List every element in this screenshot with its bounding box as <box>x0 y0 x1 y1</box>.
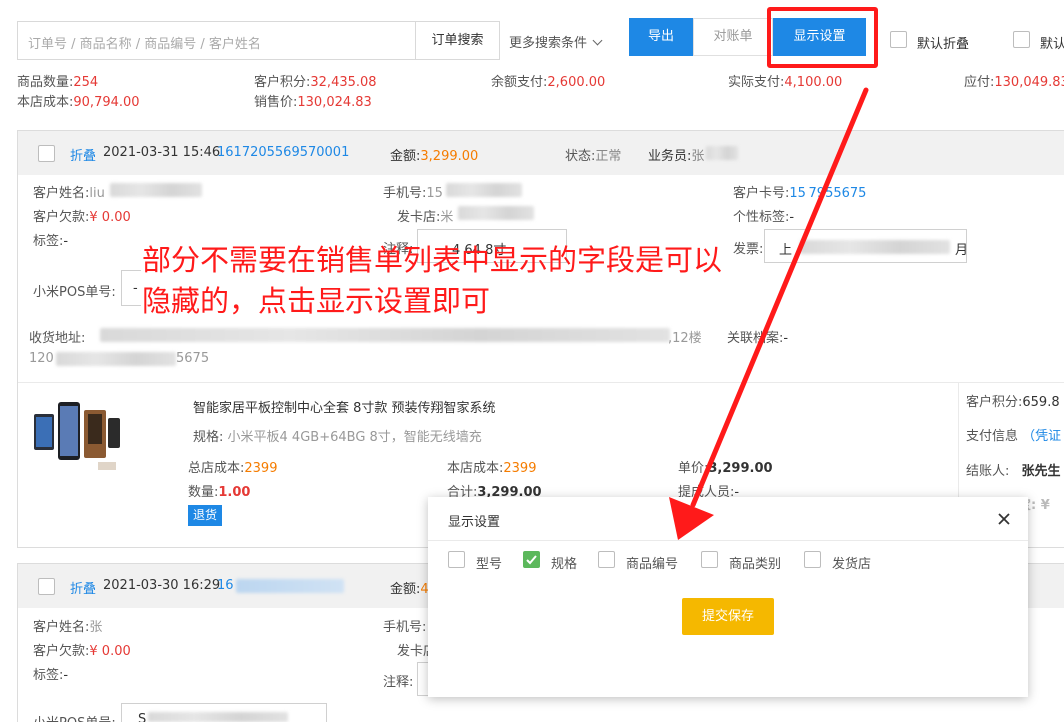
product-image <box>32 398 124 474</box>
highlight-box <box>767 7 878 68</box>
stat-cost: 本店成本:90,794.00 <box>17 95 140 110</box>
side-settler: 结账人: 张先生 <box>966 464 1061 479</box>
shipping-address: 收货地址: <box>29 331 86 346</box>
related-archive: 关联档案:- <box>727 331 789 346</box>
fold-link[interactable]: 折叠 <box>70 578 96 597</box>
order-amount: 金额:3,299.00 <box>390 149 479 164</box>
option-ship-store-checkbox[interactable] <box>804 551 821 568</box>
modal-header-divider <box>428 540 1028 541</box>
blurred-text <box>800 240 950 254</box>
issue-store: 发卡店:米 <box>397 210 454 225</box>
blurred-text <box>148 712 288 722</box>
close-x-glyph <box>998 513 1010 525</box>
order-tag: 标签:- <box>33 234 69 249</box>
order-salesman: 业务员:张 <box>648 149 705 164</box>
order-status: 状态:正常 <box>565 149 622 164</box>
pos-label: 小米POS单号: <box>33 285 116 300</box>
customer-debt: 客户欠款:¥ 0.00 <box>33 644 131 659</box>
option-spec-checkbox[interactable] <box>523 551 540 568</box>
option-model-label: 型号 <box>476 557 503 572</box>
return-button[interactable]: 退货 <box>188 505 222 526</box>
stat-payable: 应付:130,049.83 <box>964 75 1064 90</box>
side-payment-info: 支付信息 （凭证 <box>966 429 1062 444</box>
product-divider <box>18 382 1064 383</box>
order-number-link[interactable]: 1617205569570001 <box>217 145 349 160</box>
phone-number: 手机号:15 <box>383 186 443 201</box>
export-button[interactable]: 导出 <box>629 18 693 56</box>
tablet-product-icon <box>34 402 120 470</box>
default-option-checkbox[interactable] <box>1013 31 1030 48</box>
search-input[interactable]: 订单号 / 商品名称 / 商品编号 / 客户姓名 <box>17 21 415 60</box>
reconcile-button[interactable]: 对账单 <box>693 18 773 56</box>
option-ship-store-label: 发货店 <box>832 557 872 572</box>
submit-save-button[interactable]: 提交保存 <box>682 598 774 635</box>
customer-debt: 客户欠款:¥ 0.00 <box>33 210 131 225</box>
blurred-text <box>706 146 738 160</box>
product-name: 智能家居平板控制中心全套 8寸款 预装传翔智家系统 <box>193 401 496 416</box>
order-select-checkbox[interactable] <box>38 578 55 595</box>
option-category-label: 商品类别 <box>729 557 782 572</box>
customer-card-number: 客户卡号:15 7955675 <box>733 186 867 201</box>
pos-label: 小米POS单号: <box>33 712 116 722</box>
address-line2-prefix: 120 <box>29 351 54 366</box>
stat-product-count: 商品数量:254 <box>17 75 99 90</box>
stat-points: 客户积分:32,435.08 <box>254 75 377 90</box>
option-model-checkbox[interactable] <box>448 551 465 568</box>
pos-field[interactable]: - <box>121 270 141 306</box>
blurred-text <box>100 328 670 342</box>
more-conditions-dropdown[interactable]: 更多搜索条件 <box>509 32 603 51</box>
order-tag: 标签:- <box>33 668 69 683</box>
order-datetime: 2021-03-30 16:29 <box>103 578 221 593</box>
display-settings-modal: 显示设置 型号 规格 商品编号 商品类别 发货店 提交保存 <box>428 497 1028 697</box>
close-icon[interactable] <box>994 509 1014 529</box>
fold-link[interactable]: 折叠 <box>70 145 96 164</box>
option-product-code-label: 商品编号 <box>626 557 679 572</box>
chevron-down-icon <box>592 35 603 46</box>
blurred-text <box>446 183 522 197</box>
default-fold-checkbox[interactable] <box>890 31 907 48</box>
default-option-label: 默认 <box>1040 37 1064 52</box>
blurred-text <box>56 352 176 366</box>
quantity: 数量:1.00 <box>188 485 251 500</box>
customer-name: 客户姓名:张 <box>33 620 103 635</box>
store-cost: 本店成本:2399 <box>447 461 537 476</box>
stat-sales: 销售价:130,024.83 <box>254 95 372 110</box>
customer-name: 客户姓名:liu <box>33 186 105 201</box>
order-amount: 金额:4 <box>390 582 429 597</box>
address-suffix: ,12楼 <box>668 331 702 346</box>
blurred-text <box>236 579 344 593</box>
modal-title: 显示设置 <box>448 515 501 530</box>
blurred-text <box>458 206 534 220</box>
order-number-link[interactable]: 16 <box>217 578 234 593</box>
note-label: 注释: <box>383 675 414 690</box>
default-fold-label: 默认折叠 <box>917 37 970 52</box>
unit-price: 单价:3,299.00 <box>678 461 773 476</box>
stat-balance: 余额支付:2,600.00 <box>491 75 606 90</box>
order-search-button[interactable]: 订单搜索 <box>415 21 500 60</box>
stat-actual: 实际支付:4,100.00 <box>728 75 843 90</box>
phone-label: 手机号: <box>383 620 427 635</box>
product-spec: 规格: 小米平板4 4GB+64BG 8寸，智能无线墙充 <box>193 430 482 445</box>
option-category-checkbox[interactable] <box>701 551 718 568</box>
annotation-text: 部分不需要在销售单列表中显示的字段是可以 隐藏的，点击显示设置即可 <box>142 243 723 318</box>
order-datetime: 2021-03-31 15:46 <box>103 145 221 160</box>
side-points: 客户积分:659.8 <box>966 395 1060 410</box>
hq-cost: 总店成本:2399 <box>188 461 278 476</box>
blurred-text <box>110 183 202 197</box>
check-icon <box>526 555 537 565</box>
custom-tag: 个性标签:- <box>733 210 795 225</box>
search-placeholder: 订单号 / 商品名称 / 商品编号 / 客户姓名 <box>28 37 261 52</box>
order-select-checkbox[interactable] <box>38 145 55 162</box>
address-line2-suffix: 5675 <box>176 351 210 366</box>
option-spec-label: 规格 <box>551 557 578 572</box>
side-panel-divider <box>958 383 959 513</box>
option-product-code-checkbox[interactable] <box>598 551 615 568</box>
